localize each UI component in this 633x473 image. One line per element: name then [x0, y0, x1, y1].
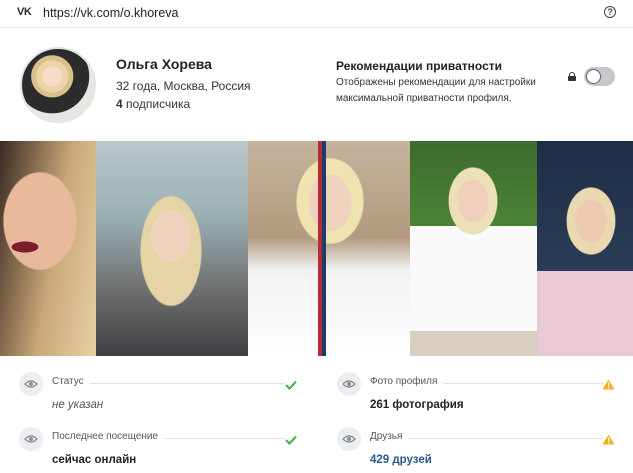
- privacy-title: Рекомендации приватности: [336, 59, 503, 73]
- stat-label: Фото профиля: [370, 376, 444, 387]
- warning-icon: [602, 432, 615, 450]
- stat-value: 261 фотография: [370, 399, 464, 411]
- privacy-toggle[interactable]: [584, 67, 615, 86]
- stat-label: Друзья: [370, 431, 409, 442]
- stat-status: Статус не указан: [19, 372, 319, 422]
- avatar[interactable]: [20, 47, 96, 123]
- stat-value: сейчас онлайн: [52, 454, 137, 466]
- check-icon: [285, 377, 297, 395]
- eye-icon: [19, 372, 43, 396]
- eye-icon: [337, 427, 361, 451]
- help-icon[interactable]: ?: [604, 6, 616, 18]
- photo-3[interactable]: [248, 141, 410, 356]
- warning-icon: [602, 377, 615, 395]
- subscribers-count[interactable]: 4 подписчика: [116, 97, 190, 111]
- privacy-description: Отображены рекомендации для настройки ма…: [336, 77, 536, 104]
- photo-1[interactable]: [0, 141, 96, 356]
- photo-4[interactable]: [410, 141, 537, 356]
- browser-address-bar: VK https://vk.com/o.khoreva ?: [0, 0, 633, 28]
- photo-strip: [0, 141, 633, 356]
- profile-url[interactable]: https://vk.com/o.khoreva: [43, 6, 178, 20]
- profile-name: Ольга Хорева: [116, 56, 212, 72]
- friends-link[interactable]: 429 друзей: [370, 454, 432, 466]
- lock-icon: [568, 72, 576, 81]
- subscribers-number: 4: [116, 97, 123, 111]
- stat-label: Статус: [52, 376, 90, 387]
- stat-photo: Фото профиля 261 фотография: [337, 372, 633, 422]
- profile-header: Ольга Хорева 32 года, Москва, Россия 4 п…: [0, 29, 633, 141]
- vk-logo: VK: [17, 6, 32, 18]
- subscribers-label: подписчика: [122, 97, 191, 111]
- photo-2[interactable]: [96, 141, 248, 356]
- profile-meta: 32 года, Москва, Россия: [116, 79, 251, 93]
- toggle-knob: [586, 69, 601, 84]
- stat-label: Последнее посещение: [52, 431, 165, 442]
- photo-5[interactable]: [537, 141, 633, 356]
- stat-friends: Друзья 429 друзей: [337, 427, 633, 473]
- eye-icon: [337, 372, 361, 396]
- check-icon: [285, 432, 297, 450]
- eye-icon: [19, 427, 43, 451]
- stat-value: не указан: [52, 399, 104, 411]
- profile-stats: Статус не указан Фото профиля 261 фотогр…: [0, 356, 633, 473]
- stat-last-seen: Последнее посещение сейчас онлайн: [19, 427, 319, 473]
